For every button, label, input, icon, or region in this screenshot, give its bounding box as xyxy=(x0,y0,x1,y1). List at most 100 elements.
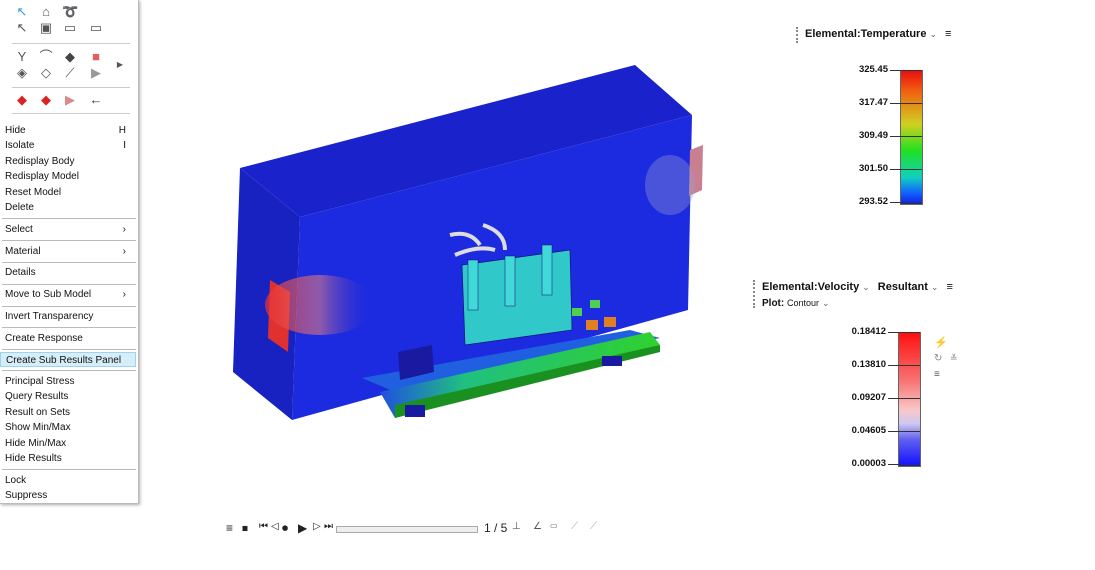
curve-icon[interactable]: ⌒ xyxy=(38,50,54,64)
delete-wedge-icon[interactable]: ▶ xyxy=(62,93,78,107)
menu-item[interactable]: Suppress xyxy=(0,488,136,503)
menu-item[interactable]: Invert Transparency xyxy=(0,309,136,324)
back-arrow-icon[interactable]: ← xyxy=(88,93,104,107)
surface-icon[interactable]: ◆ xyxy=(62,50,78,64)
chevron-down-icon[interactable]: ⌄ xyxy=(862,282,870,292)
menu-item[interactable]: Move to Sub Model › xyxy=(0,287,136,302)
delete-solid-icon[interactable]: ◆ xyxy=(14,93,30,107)
menu-item-label: Redisplay Model xyxy=(5,171,79,182)
select-arrow-icon[interactable]: ↖ xyxy=(14,5,30,19)
menu-item[interactable]: Details xyxy=(0,265,136,280)
legend-tick-label: 0.04605 xyxy=(851,425,886,436)
menu-separator xyxy=(2,469,136,470)
legend-tick xyxy=(888,332,920,333)
menu-item[interactable]: Principal Stress xyxy=(0,374,136,389)
legend-tick-label: 317.47 xyxy=(858,97,888,108)
menu-icon[interactable]: ≡ xyxy=(945,28,951,40)
menu-separator xyxy=(2,284,136,285)
menu-item[interactable]: Result on Sets xyxy=(0,405,136,420)
menu-item-label: Create Sub Results Panel xyxy=(6,355,122,366)
menu-item-label: Reset Model xyxy=(5,187,62,198)
menu-item[interactable]: Hide H xyxy=(0,123,136,138)
angle-icon[interactable]: ∠ xyxy=(533,521,542,532)
record-icon[interactable]: ⏺ xyxy=(282,521,288,536)
legend-tick xyxy=(890,202,922,203)
ramp-scale-icon[interactable]: ⟋ xyxy=(590,521,597,532)
menu-item-shortcut: › xyxy=(122,289,126,300)
legend-tick-label: 0.00003 xyxy=(851,458,886,469)
stop-icon[interactable]: ⏹ xyxy=(242,521,248,536)
menu-item-label: Principal Stress xyxy=(5,376,75,387)
menu-icon[interactable]: ≡ xyxy=(946,281,952,293)
menu-item[interactable]: Material › xyxy=(0,244,136,259)
first-frame-icon[interactable]: ⏮ xyxy=(259,521,268,532)
axis-icon[interactable]: ⊥ xyxy=(512,521,521,532)
legend-tick xyxy=(888,464,920,465)
ramp-icon[interactable]: ⟋ xyxy=(571,521,578,532)
frame-slider[interactable] xyxy=(336,526,478,533)
play-icon[interactable]: ▶ xyxy=(298,521,307,535)
lasso-icon[interactable]: ➰ xyxy=(62,5,78,19)
box-outline-icon[interactable]: ▭ xyxy=(88,21,104,35)
plot-type-select[interactable]: Contour xyxy=(787,298,819,308)
menu-item-label: Result on Sets xyxy=(5,407,71,418)
menu-item[interactable]: Hide Results xyxy=(0,451,136,466)
scale-icon[interactable]: ▭ xyxy=(550,521,558,530)
menu-item[interactable]: Redisplay Model xyxy=(0,169,136,184)
chevron-down-icon[interactable]: ⌄ xyxy=(931,282,939,292)
menu-item[interactable]: Query Results xyxy=(0,389,136,404)
face-icon[interactable]: ◇ xyxy=(38,66,54,80)
box-icon[interactable]: ▭ xyxy=(62,21,78,35)
menu-item-shortcut: › xyxy=(122,246,126,257)
legend-tick xyxy=(888,431,920,432)
menu-item[interactable]: Reset Model xyxy=(0,185,136,200)
step-back-icon[interactable]: ◁ xyxy=(271,521,279,532)
window-icon[interactable]: ▣ xyxy=(38,21,54,35)
legend-title[interactable]: Elemental:Temperature xyxy=(805,28,926,40)
beam-icon[interactable]: Y xyxy=(14,50,30,64)
menu-item[interactable]: Select › xyxy=(0,222,136,237)
menu-item-shortcut: H xyxy=(118,125,126,136)
shell-icon[interactable]: ◈ xyxy=(14,66,30,80)
chevron-down-icon[interactable]: ⌄ xyxy=(929,29,937,39)
legend-tick-label: 309.49 xyxy=(858,130,888,141)
menu-item-label: Details xyxy=(5,267,36,278)
list-icon[interactable]: ≡ xyxy=(934,369,940,380)
legend-title[interactable]: Elemental:Velocity xyxy=(762,281,859,293)
menu-item[interactable]: Hide Min/Max xyxy=(0,436,136,451)
delete-body-icon[interactable]: ◆ xyxy=(38,93,54,107)
component-select[interactable]: Resultant xyxy=(878,281,928,293)
menu-item[interactable]: Delete xyxy=(0,200,136,215)
menu-item[interactable]: Redisplay Body xyxy=(0,154,136,169)
lightning-icon[interactable]: ⚡ xyxy=(934,336,948,349)
reset-icon[interactable]: ↻ xyxy=(934,353,942,364)
menu-item-shortcut: › xyxy=(122,224,126,235)
chevron-down-icon[interactable]: ⌄ xyxy=(822,298,830,308)
menu-separator xyxy=(2,262,136,263)
menu-icon[interactable]: ≡ xyxy=(226,521,233,535)
menu-item[interactable]: Create Sub Results Panel xyxy=(0,352,136,367)
menu-item[interactable]: Isolate I xyxy=(0,138,136,153)
solid-icon[interactable]: ■ xyxy=(88,50,104,64)
menu-item-label: Create Response xyxy=(5,333,83,344)
step-forward-icon[interactable]: ▷ xyxy=(313,521,321,532)
wedge-icon[interactable]: ▶ xyxy=(88,66,104,80)
select-filter-icon[interactable]: ↖ xyxy=(14,21,30,35)
menu-item[interactable]: Show Min/Max xyxy=(0,420,136,435)
menu-item-label: Hide Min/Max xyxy=(5,438,67,449)
line-icon[interactable]: ⟋ xyxy=(62,66,78,80)
menu-item-label: Select xyxy=(5,224,33,235)
menu-item-label: Hide Results xyxy=(5,453,62,464)
menu-item-label: Show Min/Max xyxy=(5,422,71,433)
expand-icon[interactable]: ▶ xyxy=(112,58,128,72)
menu-item-label: Delete xyxy=(5,202,34,213)
menu-item[interactable]: Lock xyxy=(0,473,136,488)
freehand-select-icon[interactable]: ⌂ xyxy=(38,5,54,19)
menu-separator xyxy=(2,327,136,328)
menu-item-label: Suppress xyxy=(5,490,48,501)
legend-tick-label: 325.45 xyxy=(858,64,888,75)
collapse-icon[interactable]: ≚ xyxy=(950,353,958,364)
menu-separator xyxy=(2,240,136,241)
last-frame-icon[interactable]: ⏭ xyxy=(324,521,333,532)
menu-item[interactable]: Create Response xyxy=(0,331,136,346)
